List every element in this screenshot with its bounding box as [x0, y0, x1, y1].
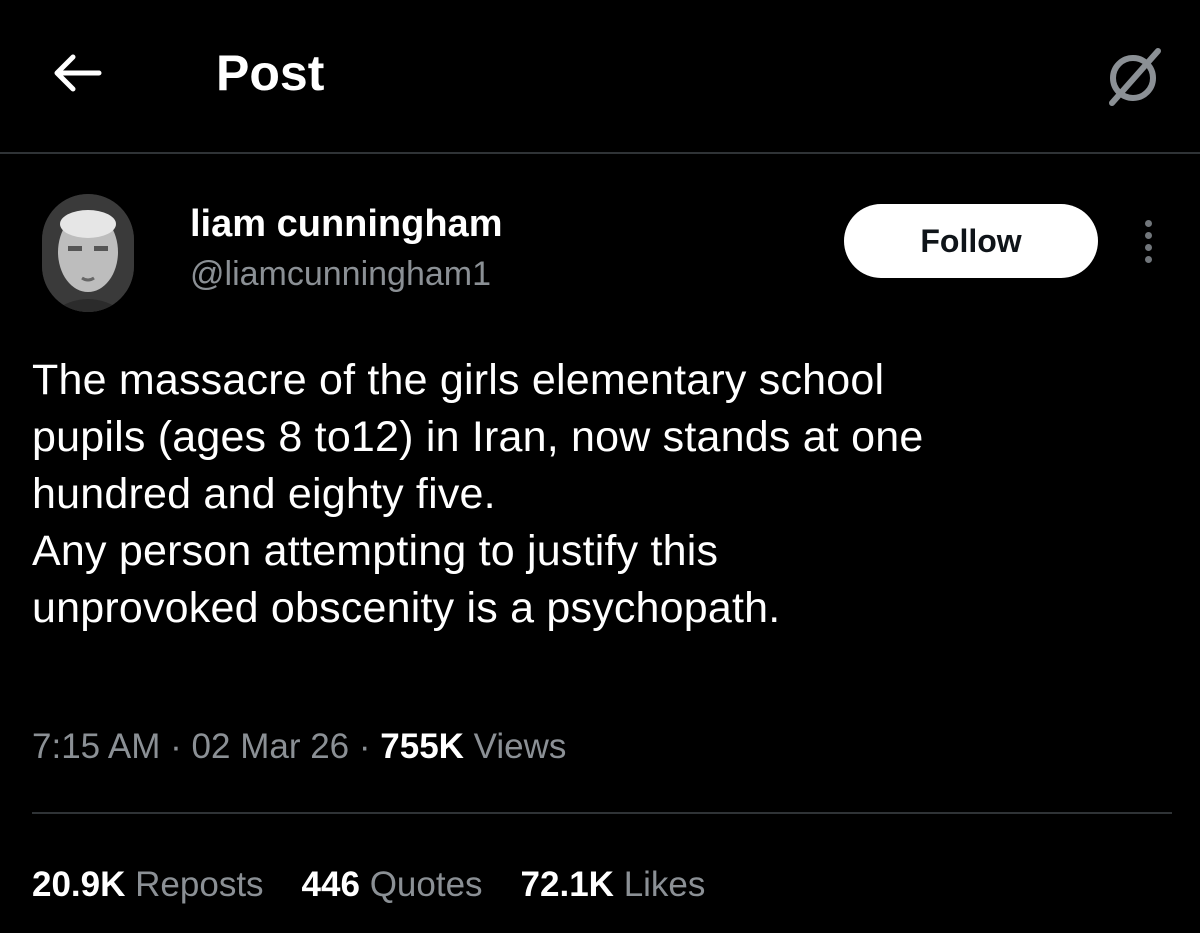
- quotes-count: 446: [301, 865, 360, 904]
- quotes-stat[interactable]: 446 Quotes: [302, 860, 483, 910]
- header-divider: [0, 152, 1200, 154]
- top-bar: Post: [0, 0, 1200, 152]
- arrow-left-icon: [54, 54, 102, 92]
- more-options-button[interactable]: [1128, 214, 1168, 268]
- page-title: Post: [216, 45, 325, 101]
- tweet-line: unprovoked obscenity is a psychopath.: [32, 584, 781, 632]
- slashed-circle-icon: [1109, 48, 1161, 106]
- avatar-photo: [42, 194, 134, 312]
- engagement-stats: 20.9K Reposts 446 Quotes 72.1K Likes: [32, 860, 705, 910]
- follow-button[interactable]: Follow: [844, 204, 1098, 278]
- tweet-text: The massacre of the girls elementary sch…: [32, 352, 1172, 637]
- avatar[interactable]: [42, 194, 134, 312]
- reposts-label: Reposts: [135, 865, 264, 904]
- tweet-line: The massacre of the girls elementary sch…: [32, 356, 885, 404]
- post-time[interactable]: 7:15 AM: [32, 727, 160, 766]
- meta-separator: ·: [358, 727, 371, 766]
- post-date[interactable]: 02 Mar 26: [192, 727, 350, 766]
- tweet-line: hundred and eighty five.: [32, 470, 496, 518]
- likes-count: 72.1K: [520, 865, 614, 904]
- author-display-name[interactable]: liam cunningham: [190, 200, 502, 248]
- back-button[interactable]: [46, 42, 108, 104]
- views-label: Views: [473, 727, 567, 766]
- stats-divider: [32, 812, 1172, 814]
- more-vertical-icon: [1144, 219, 1152, 263]
- quotes-label: Quotes: [369, 865, 483, 904]
- author-handle[interactable]: @liamcunningham1: [190, 252, 491, 296]
- likes-stat[interactable]: 72.1K Likes: [521, 860, 706, 910]
- reposts-count: 20.9K: [32, 865, 126, 904]
- likes-label: Likes: [623, 865, 706, 904]
- meta-separator: ·: [170, 727, 182, 766]
- post-metadata: 7:15 AM · 02 Mar 26 · 755K Views: [32, 722, 566, 772]
- tweet-line: Any person attempting to justify this: [32, 527, 719, 575]
- reply-settings-button[interactable]: [1095, 38, 1171, 114]
- tweet-line: pupils (ages 8 to12) in Iran, now stands…: [32, 413, 924, 461]
- views-count[interactable]: 755K: [380, 727, 464, 766]
- reposts-stat[interactable]: 20.9K Reposts: [32, 860, 264, 910]
